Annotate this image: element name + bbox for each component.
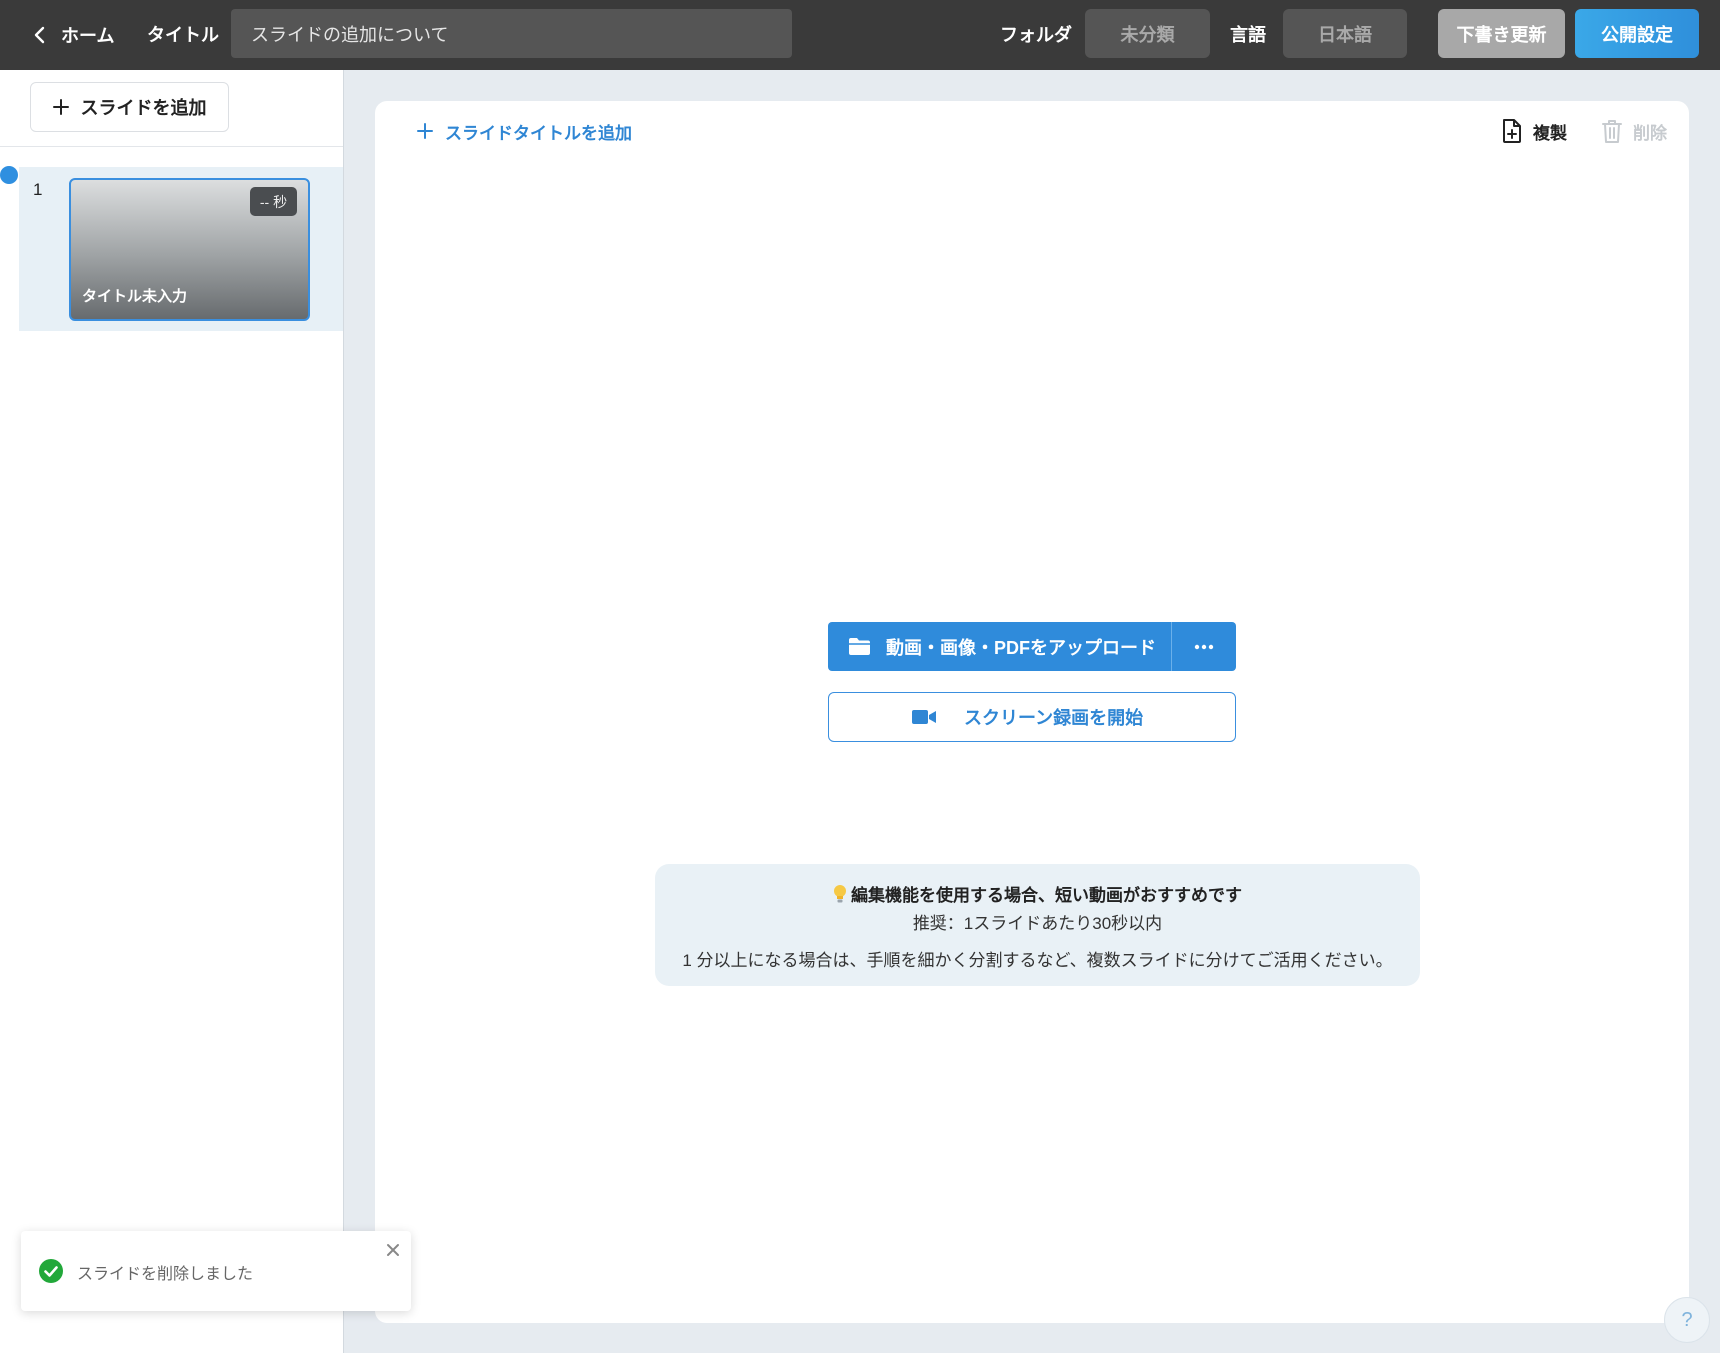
slide-thumbnail-title: タイトル未入力: [82, 288, 188, 305]
duplicate-button[interactable]: 複製: [1501, 117, 1567, 145]
check-circle-icon: [39, 1259, 63, 1283]
tip-box: 編集機能を使用する場合、短い動画がおすすめです 推奨：1スライドあたり30秒以内…: [655, 864, 1420, 986]
delete-label: 削除: [1633, 123, 1667, 143]
slide-number: 1: [33, 180, 43, 199]
slide-duration-badge: -- 秒: [250, 187, 297, 216]
back-home-button[interactable]: ホーム: [33, 0, 114, 70]
title-label: タイトル: [147, 25, 219, 45]
toast-notification: スライドを削除しました: [21, 1231, 411, 1311]
close-icon[interactable]: [386, 1243, 400, 1257]
tip-heading: 編集機能を使用する場合、短い動画がおすすめです: [851, 886, 1242, 905]
draft-update-button[interactable]: 下書き更新: [1438, 9, 1565, 58]
toast-message: スライドを削除しました: [77, 1266, 254, 1283]
trash-icon: [1602, 120, 1622, 143]
help-button[interactable]: ?: [1664, 1297, 1710, 1343]
slide-thumbnail[interactable]: -- 秒 タイトル未入力: [69, 178, 310, 321]
upload-media-label: 動画・画像・PDFをアップロード: [886, 637, 1156, 658]
chevron-left-icon: [34, 26, 45, 44]
tip-heading-row: 編集機能を使用する場合、短い動画がおすすめです: [655, 881, 1420, 906]
plus-icon: [417, 123, 433, 139]
ellipsis-icon: [1194, 644, 1214, 649]
folder-icon: [849, 638, 870, 655]
add-slide-label: スライドを追加: [80, 98, 207, 118]
plus-icon: [52, 99, 69, 115]
folder-select[interactable]: 未分類: [1085, 9, 1210, 58]
duplicate-label: 複製: [1533, 123, 1567, 143]
tip-recommendation: 推奨：1スライドあたり30秒以内: [912, 914, 1163, 933]
add-slide-title-button[interactable]: スライドタイトルを追加: [417, 117, 632, 145]
language-select[interactable]: 日本語: [1283, 9, 1407, 58]
selected-slide-indicator: [0, 166, 18, 184]
video-camera-icon: [912, 710, 936, 724]
tip-detail: 1 分以上になる場合は、手順を細かく分割するなど、複数スライドに分けてご活用くだ…: [682, 951, 1393, 970]
folder-label: フォルダ: [1000, 25, 1072, 45]
file-plus-icon: [1503, 119, 1521, 143]
upload-more-options-button[interactable]: [1172, 622, 1236, 671]
title-input[interactable]: [231, 9, 792, 58]
publish-settings-button[interactable]: 公開設定: [1575, 9, 1699, 58]
lightbulb-icon: [834, 884, 846, 902]
back-home-label: ホーム: [61, 26, 115, 46]
upload-media-button[interactable]: 動画・画像・PDFをアップロード: [828, 622, 1172, 671]
add-slide-button[interactable]: スライドを追加: [30, 82, 229, 132]
screen-record-label: スクリーン録画を開始: [964, 708, 1144, 728]
delete-button[interactable]: 削除: [1601, 117, 1667, 145]
add-slide-title-label: スライドタイトルを追加: [445, 123, 632, 143]
language-label: 言語: [1230, 25, 1266, 45]
upload-button-group: 動画・画像・PDFをアップロード: [828, 622, 1236, 671]
screen-record-button[interactable]: スクリーン録画を開始: [828, 692, 1236, 742]
sidebar-divider: [0, 146, 343, 147]
